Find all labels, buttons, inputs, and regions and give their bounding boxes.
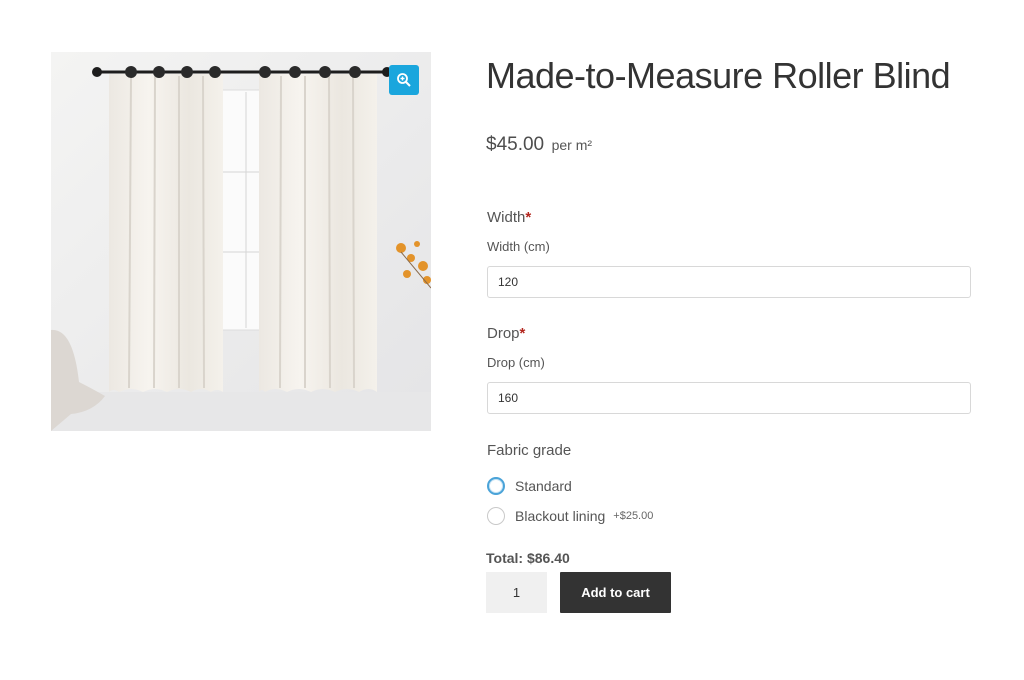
option-label: Standard — [515, 478, 572, 494]
width-input[interactable] — [487, 266, 971, 298]
drop-title: Drop* — [487, 324, 971, 344]
required-mark: * — [525, 209, 532, 226]
width-title: Width* — [487, 208, 971, 228]
product-summary: Made-to-Measure Roller Blind $45.00 per … — [486, 54, 976, 613]
quantity-input[interactable] — [486, 572, 547, 613]
price-unit: per m² — [551, 137, 593, 153]
fabric-grade-group: Fabric grade Standard Blackout lining +$… — [487, 441, 653, 531]
width-label: Width (cm) — [487, 239, 550, 254]
product-title: Made-to-Measure Roller Blind — [486, 55, 951, 96]
drop-field-group: Drop* Drop (cm) — [487, 324, 971, 414]
option-label: Blackout lining — [515, 508, 606, 524]
radio-blackout[interactable] — [487, 507, 505, 525]
add-to-cart-button[interactable]: Add to cart — [560, 572, 671, 613]
product-page: Made-to-Measure Roller Blind $45.00 per … — [0, 0, 1024, 680]
zoom-button[interactable] — [389, 65, 419, 95]
fabric-grade-title: Fabric grade — [487, 442, 572, 459]
order-total: Total: $86.40 — [486, 550, 570, 566]
drop-label: Drop (cm) — [487, 355, 545, 370]
radio-standard[interactable] — [487, 477, 505, 495]
magnifier-plus-icon — [397, 73, 411, 87]
option-price-addon: +$25.00 — [613, 510, 654, 522]
drop-input[interactable] — [487, 382, 971, 414]
curtain-photo — [51, 52, 431, 431]
price: $45.00 per m² — [486, 134, 592, 156]
width-field-group: Width* Width (cm) — [487, 208, 971, 298]
price-amount: $45.00 — [486, 134, 545, 155]
fabric-option-standard[interactable]: Standard — [487, 471, 653, 501]
drop-title-text: Drop — [487, 325, 520, 342]
fabric-option-blackout[interactable]: Blackout lining +$25.00 — [487, 501, 653, 531]
product-image[interactable] — [51, 52, 431, 431]
required-mark: * — [519, 325, 526, 342]
width-title-text: Width — [487, 209, 526, 226]
